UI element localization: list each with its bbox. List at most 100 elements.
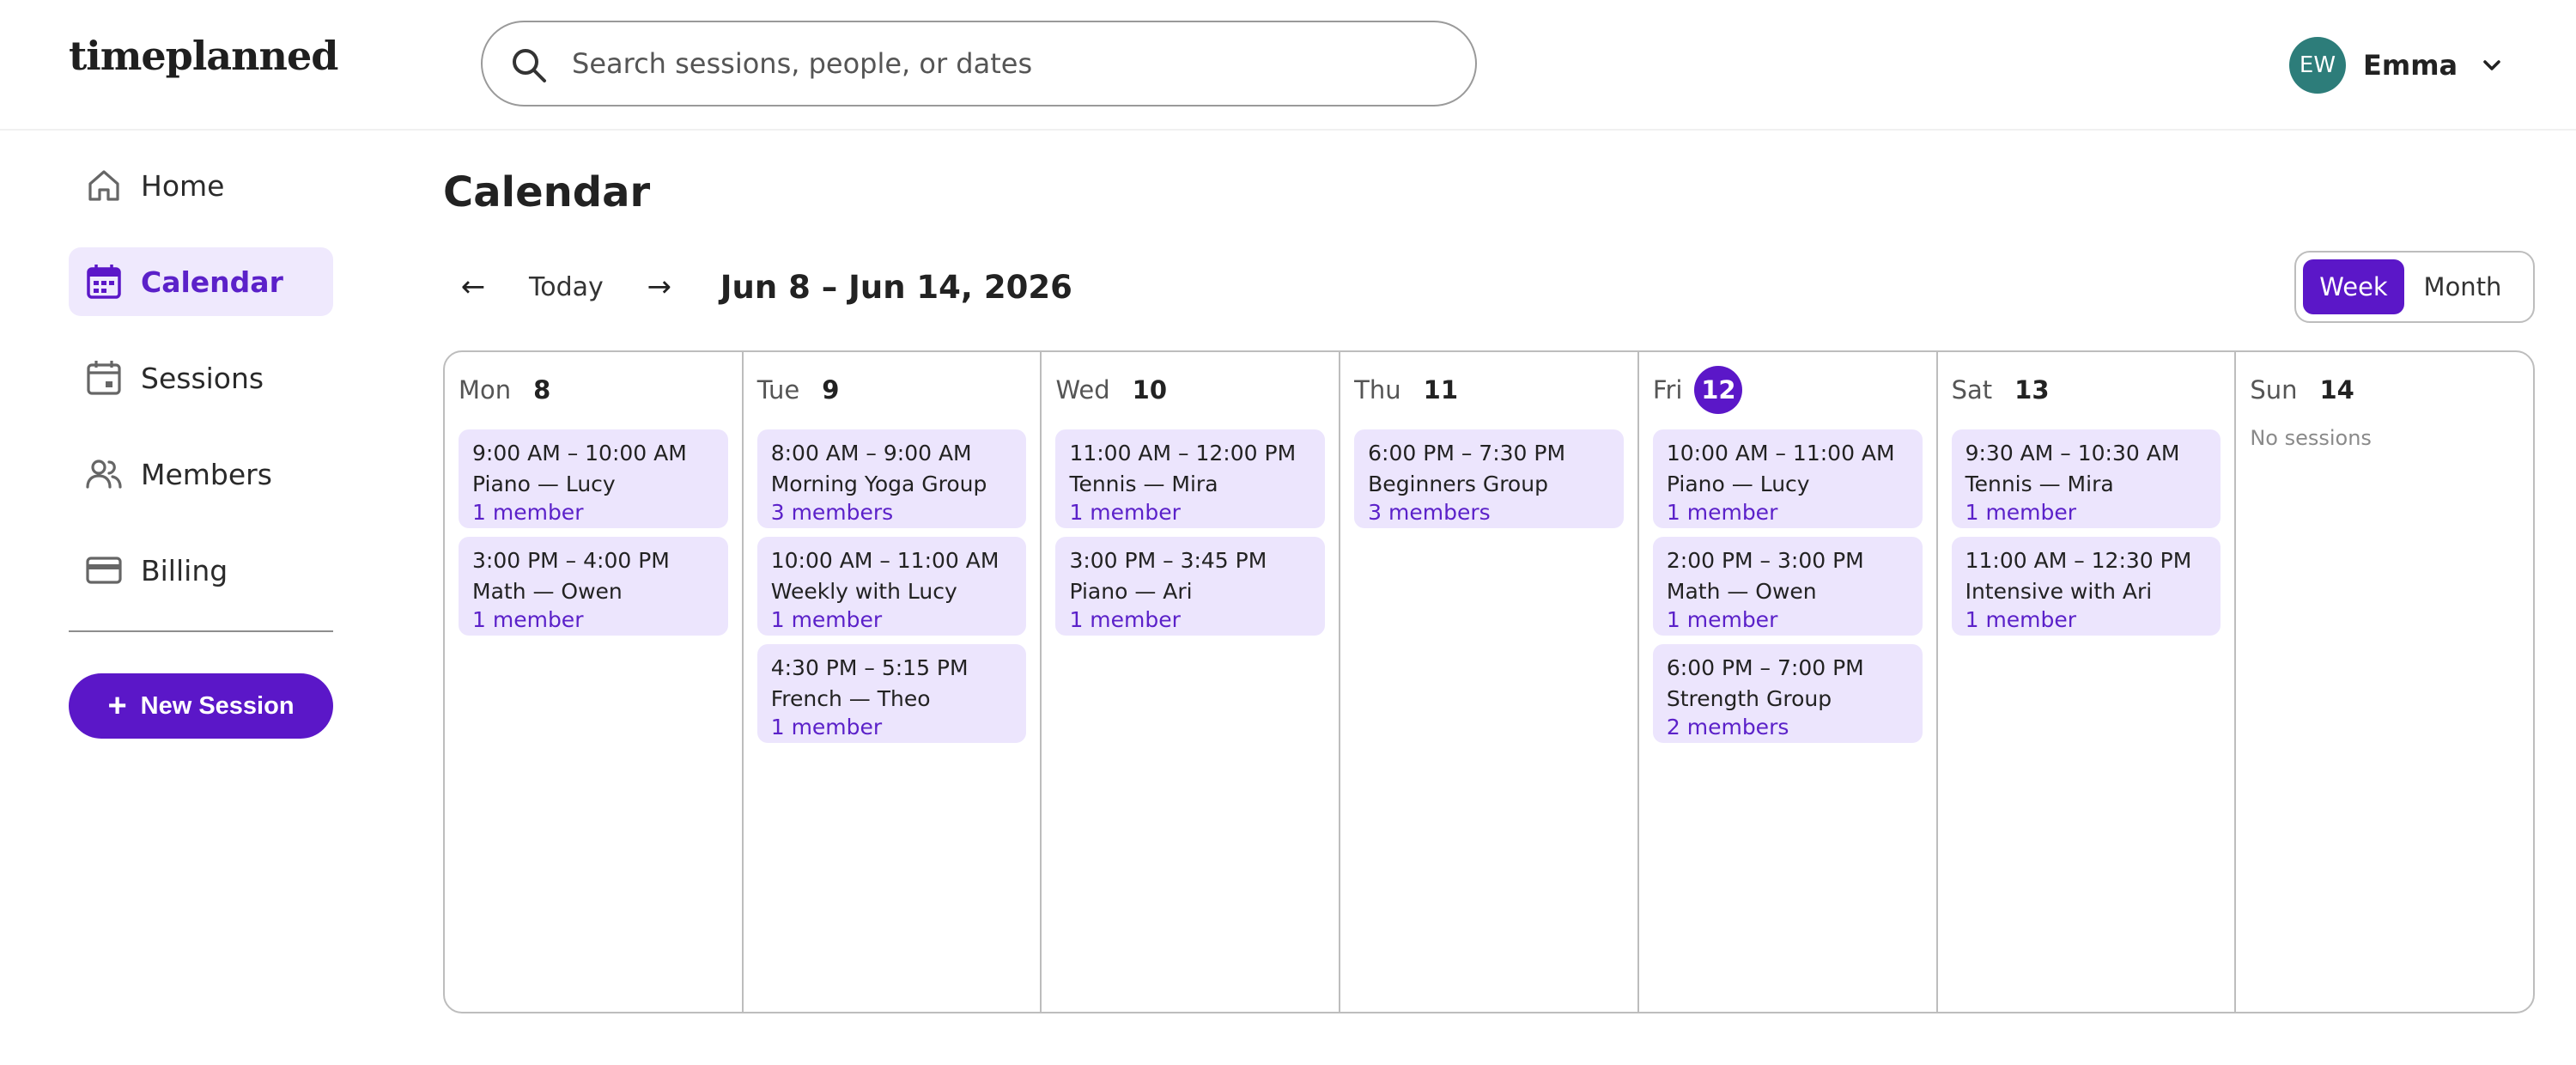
search-icon bbox=[508, 45, 550, 86]
session-card[interactable]: 10:00 AM – 11:00 AM Weekly with Lucy 1 mem… bbox=[756, 537, 1027, 636]
day-name: Thu bbox=[1354, 375, 1401, 405]
session-title: Piano — Lucy bbox=[1666, 472, 1810, 496]
day-header: Mon 8 bbox=[459, 366, 728, 414]
plus-icon: + bbox=[107, 688, 127, 724]
session-card[interactable]: 6:00 PM – 7:30 PM Beginners Group 3 member… bbox=[1354, 429, 1624, 528]
session-title: Morning Yoga Group bbox=[770, 472, 987, 496]
session-members: 1 member bbox=[770, 715, 883, 739]
session-members: 1 member bbox=[1666, 607, 1778, 632]
day-header: Wed 10 bbox=[1055, 366, 1325, 414]
search-bar[interactable] bbox=[481, 21, 1477, 106]
session-card[interactable]: 10:00 AM – 11:00 AM Piano — Lucy 1 member bbox=[1652, 429, 1923, 528]
session-time: 8:00 AM – 9:00 AM bbox=[770, 441, 972, 466]
today-date-badge: 12 bbox=[1694, 366, 1743, 414]
session-members: 3 members bbox=[1368, 500, 1491, 525]
day-column-sat[interactable]: Sat 13 9:30 AM – 10:30 AM Tennis — Mira 1 me… bbox=[1938, 352, 2237, 1012]
day-header: Sat 13 bbox=[1952, 366, 2221, 414]
week-calendar: Mon 8 9:00 AM – 10:00 AM Piano — Lucy 1 memb… bbox=[443, 350, 2535, 1013]
day-number: 9 bbox=[822, 375, 840, 405]
day-name: Sat bbox=[1951, 375, 1993, 405]
session-title: Piano — Ari bbox=[1069, 579, 1193, 604]
sidebar-item-members[interactable]: Members bbox=[69, 440, 333, 508]
session-time: 10:00 AM – 11:00 AM bbox=[770, 548, 999, 573]
calendar-icon bbox=[84, 262, 124, 301]
new-session-button[interactable]: + New Session bbox=[69, 673, 333, 739]
session-time: 3:00 PM – 4:00 PM bbox=[472, 548, 670, 573]
session-members: 1 member bbox=[472, 500, 584, 525]
sidebar-divider bbox=[69, 630, 333, 632]
session-members: 1 member bbox=[1069, 607, 1181, 632]
session-members: 1 member bbox=[770, 607, 883, 632]
day-header: Thu 11 bbox=[1354, 366, 1624, 414]
session-time: 9:30 AM – 10:30 AM bbox=[1965, 441, 2180, 466]
session-card[interactable]: 2:00 PM – 3:00 PM Math — Owen 1 member bbox=[1652, 537, 1923, 636]
home-icon bbox=[84, 166, 124, 205]
month-view-button[interactable]: Month bbox=[2404, 259, 2521, 314]
day-header: Tue 9 bbox=[757, 366, 1027, 414]
day-name: Mon bbox=[459, 375, 512, 405]
session-card[interactable]: 8:00 AM – 9:00 AM Morning Yoga Group 3 mem… bbox=[756, 429, 1027, 528]
session-members: 1 member bbox=[472, 607, 584, 632]
session-members: 1 member bbox=[1965, 500, 2077, 525]
session-card[interactable]: 4:30 PM – 5:15 PM French — Theo 1 member bbox=[756, 644, 1027, 743]
day-name: Fri bbox=[1652, 375, 1683, 405]
no-sessions-label: No sessions bbox=[2250, 426, 2372, 450]
session-members: 1 member bbox=[1069, 500, 1181, 525]
session-members: 1 member bbox=[1666, 500, 1778, 525]
sidebar-item-sessions[interactable]: Sessions bbox=[69, 344, 333, 412]
sidebar: Home Calendar Sessions Members Billing +… bbox=[69, 151, 333, 739]
view-toggle: Week Month bbox=[2294, 251, 2535, 323]
session-time: 9:00 AM – 10:00 AM bbox=[472, 441, 687, 466]
day-number: 13 bbox=[2014, 375, 2050, 405]
session-members: 1 member bbox=[1965, 607, 2077, 632]
session-time: 6:00 PM – 7:00 PM bbox=[1666, 655, 1864, 680]
sidebar-item-calendar[interactable]: Calendar bbox=[69, 247, 333, 316]
day-column-fri[interactable]: Fri 12 10:00 AM – 11:00 AM Piano — Lucy 1 me… bbox=[1639, 352, 1938, 1012]
session-card[interactable]: 3:00 PM – 4:00 PM Math — Owen 1 member bbox=[459, 537, 728, 636]
session-time: 6:00 PM – 7:30 PM bbox=[1368, 441, 1566, 466]
avatar[interactable]: EW bbox=[2289, 37, 2346, 94]
session-time: 2:00 PM – 3:00 PM bbox=[1666, 548, 1864, 573]
next-week-button[interactable]: → bbox=[629, 261, 690, 313]
day-number: 14 bbox=[2319, 375, 2354, 405]
user-name[interactable]: Emma bbox=[2363, 49, 2458, 82]
sidebar-item-label: Home bbox=[141, 168, 225, 203]
day-name: Wed bbox=[1055, 375, 1110, 405]
day-header: Fri 12 bbox=[1653, 366, 1923, 414]
chevron-down-icon[interactable] bbox=[2480, 53, 2504, 77]
session-time: 11:00 AM – 12:30 PM bbox=[1965, 548, 2192, 573]
sidebar-item-label: Billing bbox=[141, 553, 228, 587]
day-number: 8 bbox=[533, 375, 551, 405]
session-card[interactable]: 11:00 AM – 12:30 PM Intensive with Ari 1 m… bbox=[1951, 537, 2221, 636]
day-column-thu[interactable]: Thu 11 6:00 PM – 7:30 PM Beginners Group 3 m… bbox=[1340, 352, 1639, 1012]
date-range: Jun 8 – Jun 14, 2026 bbox=[720, 268, 1072, 306]
session-card[interactable]: 11:00 AM – 12:00 PM Tennis — Mira 1 member bbox=[1055, 429, 1326, 528]
session-title: Piano — Lucy bbox=[472, 472, 616, 496]
app-logo[interactable]: timeplanned bbox=[69, 33, 338, 79]
session-time: 11:00 AM – 12:00 PM bbox=[1069, 441, 1297, 466]
today-button[interactable]: Today bbox=[503, 261, 629, 313]
search-input[interactable] bbox=[572, 22, 1448, 105]
session-card[interactable]: 9:30 AM – 10:30 AM Tennis — Mira 1 member bbox=[1951, 429, 2221, 528]
page-title: Calendar bbox=[443, 168, 651, 216]
user-menu[interactable]: EW Emma bbox=[2289, 36, 2504, 94]
day-column-wed[interactable]: Wed 10 11:00 AM – 12:00 PM Tennis — Mira 1 m… bbox=[1042, 352, 1341, 1012]
day-header: Sun 14 bbox=[2250, 366, 2519, 414]
sidebar-item-home[interactable]: Home bbox=[69, 151, 333, 220]
session-card[interactable]: 3:00 PM – 3:45 PM Piano — Ari 1 member bbox=[1055, 537, 1326, 636]
session-card[interactable]: 9:00 AM – 10:00 AM Piano — Lucy 1 member bbox=[459, 429, 728, 528]
session-members: 2 members bbox=[1666, 715, 1789, 739]
session-card[interactable]: 6:00 PM – 7:00 PM Strength Group 2 members bbox=[1652, 644, 1923, 743]
session-time: 10:00 AM – 11:00 AM bbox=[1666, 441, 1895, 466]
billing-icon bbox=[84, 551, 124, 590]
day-column-sun[interactable]: Sun 14 No sessions bbox=[2236, 352, 2533, 1012]
top-header: timeplanned EW Emma bbox=[0, 0, 2576, 131]
sidebar-item-billing[interactable]: Billing bbox=[69, 536, 333, 605]
sidebar-item-label: Members bbox=[141, 457, 272, 491]
session-title: Math — Owen bbox=[472, 579, 623, 604]
day-column-tue[interactable]: Tue 9 8:00 AM – 9:00 AM Morning Yoga Group 3… bbox=[744, 352, 1042, 1012]
session-time: 4:30 PM – 5:15 PM bbox=[770, 655, 969, 680]
day-column-mon[interactable]: Mon 8 9:00 AM – 10:00 AM Piano — Lucy 1 memb… bbox=[445, 352, 744, 1012]
week-view-button[interactable]: Week bbox=[2303, 259, 2404, 314]
prev-week-button[interactable]: ← bbox=[443, 261, 503, 313]
